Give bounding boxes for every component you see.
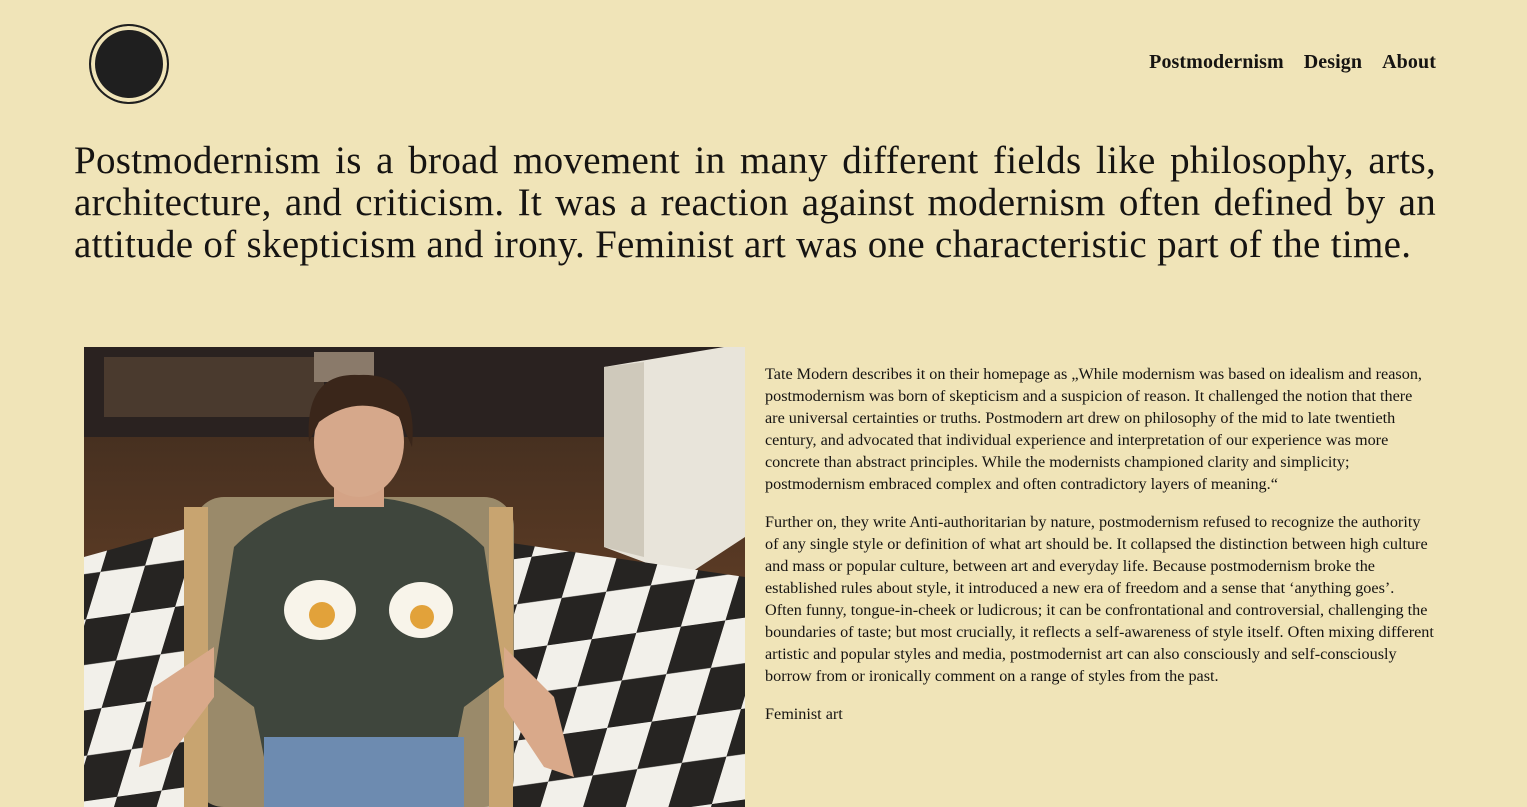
article-paragraph-1: Tate Modern describes it on their homepa… <box>765 365 1422 493</box>
feminist-art-photo <box>84 347 745 807</box>
article-paragraph-2: Further on, they write Anti-authoritaria… <box>765 513 1434 685</box>
nav-link-postmodernism[interactable]: Postmodernism <box>1149 49 1284 75</box>
article-body: Tate Modern describes it on their homepa… <box>765 363 1435 741</box>
home-logo-button[interactable] <box>89 24 169 104</box>
article-subheading-feminist-art: Feminist art <box>765 705 843 723</box>
main-nav: Postmodernism Design About <box>1149 49 1436 75</box>
nav-link-about[interactable]: About <box>1382 49 1436 75</box>
nav-link-design[interactable]: Design <box>1304 49 1362 75</box>
page-headline: Postmodernism is a broad movement in man… <box>74 139 1436 266</box>
